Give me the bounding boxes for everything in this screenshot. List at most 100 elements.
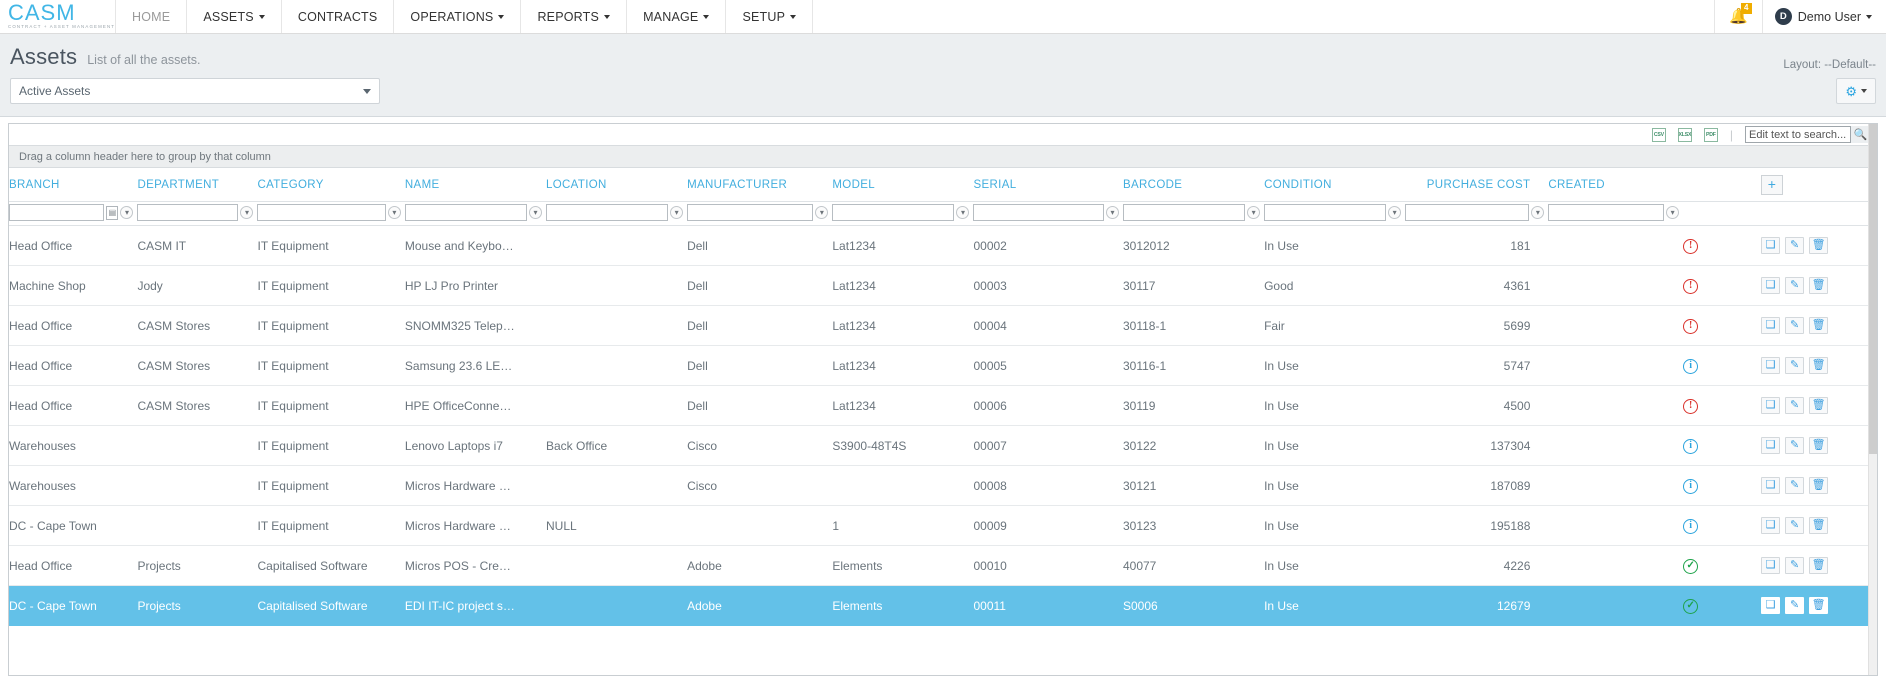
delete-button[interactable]: 🗑 bbox=[1809, 277, 1829, 294]
column-header-manufacturer[interactable]: MANUFACTURER bbox=[687, 168, 833, 202]
filter-operator-icon-model[interactable]: ▾ bbox=[956, 206, 970, 219]
copy-button[interactable]: ❑ bbox=[1761, 437, 1781, 454]
filter-picker-icon-branch[interactable]: ▤ bbox=[106, 205, 119, 220]
filter-input-category[interactable] bbox=[257, 204, 386, 221]
filter-input-condition[interactable] bbox=[1264, 204, 1387, 221]
delete-button[interactable]: 🗑 bbox=[1809, 597, 1829, 614]
filter-operator-icon-department[interactable]: ▾ bbox=[240, 206, 254, 219]
delete-button[interactable]: 🗑 bbox=[1809, 477, 1829, 494]
edit-button[interactable]: ✎ bbox=[1785, 357, 1805, 374]
export-xlsx-icon[interactable]: XLSX bbox=[1677, 127, 1692, 142]
filter-input-barcode[interactable] bbox=[1122, 204, 1246, 221]
table-row[interactable]: Head Office CASM Stores IT Equipment Samsun… bbox=[9, 345, 1877, 386]
status-alert-icon[interactable]: ! bbox=[1683, 318, 1699, 334]
edit-button[interactable]: ✎ bbox=[1785, 397, 1805, 414]
group-by-dropzone[interactable]: Drag a column header here to group by th… bbox=[9, 146, 1877, 168]
status-info-icon[interactable]: i bbox=[1683, 358, 1699, 374]
column-header-model[interactable]: MODEL bbox=[832, 168, 974, 202]
filter-operator-icon-branch[interactable]: ▾ bbox=[120, 206, 134, 219]
copy-button[interactable]: ❑ bbox=[1761, 237, 1781, 254]
nav-item-contracts[interactable]: CONTRACTS bbox=[282, 0, 395, 33]
edit-button[interactable]: ✎ bbox=[1785, 237, 1805, 254]
table-row[interactable]: DC - Cape Town Projects Capitalised Softwa… bbox=[9, 585, 1877, 626]
table-row[interactable]: Head Office CASM IT IT Equipment Mouse and … bbox=[9, 225, 1877, 266]
filter-operator-icon-barcode[interactable]: ▾ bbox=[1247, 206, 1261, 219]
delete-button[interactable]: 🗑 bbox=[1809, 517, 1829, 534]
column-header-branch[interactable]: BRANCH bbox=[9, 168, 138, 202]
export-pdf-icon[interactable]: PDF bbox=[1703, 127, 1718, 142]
filter-input-model[interactable] bbox=[832, 204, 955, 221]
grid-settings-button[interactable]: ⚙ bbox=[1836, 78, 1876, 104]
status-info-icon[interactable]: i bbox=[1683, 518, 1699, 534]
status-alert-icon[interactable]: ! bbox=[1683, 398, 1699, 414]
edit-button[interactable]: ✎ bbox=[1785, 277, 1805, 294]
edit-button[interactable]: ✎ bbox=[1785, 557, 1805, 574]
search-input[interactable] bbox=[1746, 127, 1850, 142]
copy-button[interactable]: ❑ bbox=[1761, 477, 1781, 494]
filter-input-department[interactable] bbox=[137, 204, 239, 221]
copy-button[interactable]: ❑ bbox=[1761, 317, 1781, 334]
delete-button[interactable]: 🗑 bbox=[1809, 357, 1829, 374]
asset-view-select[interactable]: Active Assets bbox=[10, 78, 380, 104]
column-header-department[interactable]: DEPARTMENT bbox=[137, 168, 258, 202]
filter-input-branch[interactable] bbox=[9, 204, 105, 221]
brand-logo[interactable]: CASM CONTRACT + ASSET MANAGEMENT bbox=[0, 0, 116, 33]
filter-operator-icon-name[interactable]: ▾ bbox=[528, 206, 542, 219]
nav-item-setup[interactable]: SETUP bbox=[726, 0, 814, 33]
table-row[interactable]: Head Office Projects Capitalised Software M… bbox=[9, 545, 1877, 586]
column-header-serial[interactable]: SERIAL bbox=[973, 168, 1123, 202]
grid-vertical-scrollbar[interactable] bbox=[1868, 124, 1877, 675]
column-header-name[interactable]: NAME bbox=[404, 168, 546, 202]
user-menu[interactable]: D Demo User bbox=[1761, 0, 1886, 33]
table-row[interactable]: Machine Shop Jody IT Equipment HP LJ Pro Pr… bbox=[9, 265, 1877, 306]
table-row[interactable]: Warehouses IT Equipment Lenovo Laptops i7 B… bbox=[9, 425, 1877, 466]
copy-button[interactable]: ❑ bbox=[1761, 357, 1781, 374]
copy-button[interactable]: ❑ bbox=[1761, 397, 1781, 414]
nav-item-reports[interactable]: REPORTS bbox=[521, 0, 628, 33]
column-header-category[interactable]: CATEGORY bbox=[257, 168, 405, 202]
scrollbar-thumb[interactable] bbox=[1869, 124, 1877, 454]
filter-input-purchase_cost[interactable] bbox=[1405, 204, 1530, 221]
nav-item-home[interactable]: HOME bbox=[116, 0, 188, 33]
export-csv-icon[interactable]: CSV bbox=[1651, 127, 1666, 142]
delete-button[interactable]: 🗑 bbox=[1809, 397, 1829, 414]
filter-input-location[interactable] bbox=[545, 204, 669, 221]
filter-operator-icon-category[interactable]: ▾ bbox=[387, 206, 401, 219]
table-row[interactable]: DC - Cape Town IT Equipment Micros Hardwar… bbox=[9, 505, 1877, 546]
filter-operator-icon-condition[interactable]: ▾ bbox=[1388, 206, 1402, 219]
filter-operator-icon-purchase_cost[interactable]: ▾ bbox=[1531, 206, 1545, 219]
status-ok-icon[interactable]: ✓ bbox=[1683, 598, 1699, 614]
table-row[interactable]: Head Office CASM Stores IT Equipment HPE Of… bbox=[9, 385, 1877, 426]
notifications-button[interactable]: 🔔 4 bbox=[1713, 0, 1762, 33]
add-column-button[interactable]: + bbox=[1761, 175, 1784, 195]
copy-button[interactable]: ❑ bbox=[1761, 557, 1781, 574]
filter-input-manufacturer[interactable] bbox=[687, 204, 814, 221]
table-row[interactable]: Warehouses IT Equipment Micros Hardware … C… bbox=[9, 465, 1877, 506]
nav-item-operations[interactable]: OPERATIONS bbox=[394, 0, 522, 33]
copy-button[interactable]: ❑ bbox=[1761, 597, 1781, 614]
column-header-barcode[interactable]: BARCODE bbox=[1122, 168, 1265, 202]
filter-operator-icon-location[interactable]: ▾ bbox=[670, 206, 684, 219]
delete-button[interactable]: 🗑 bbox=[1809, 437, 1829, 454]
status-info-icon[interactable]: i bbox=[1683, 478, 1699, 494]
table-row[interactable]: Head Office CASM Stores IT Equipment SNOMM3… bbox=[9, 305, 1877, 346]
column-header-created[interactable]: CREATED bbox=[1548, 168, 1684, 202]
status-info-icon[interactable]: i bbox=[1683, 438, 1699, 454]
edit-button[interactable]: ✎ bbox=[1785, 437, 1805, 454]
filter-operator-icon-created[interactable]: ▾ bbox=[1666, 206, 1680, 219]
filter-operator-icon-manufacturer[interactable]: ▾ bbox=[815, 206, 829, 219]
search-button[interactable]: 🔍 bbox=[1850, 126, 1870, 143]
status-ok-icon[interactable]: ✓ bbox=[1683, 558, 1699, 574]
delete-button[interactable]: 🗑 bbox=[1809, 237, 1829, 254]
edit-button[interactable]: ✎ bbox=[1785, 477, 1805, 494]
status-alert-icon[interactable]: ! bbox=[1683, 238, 1699, 254]
edit-button[interactable]: ✎ bbox=[1785, 317, 1805, 334]
edit-button[interactable]: ✎ bbox=[1785, 597, 1805, 614]
filter-input-serial[interactable] bbox=[973, 204, 1104, 221]
status-alert-icon[interactable]: ! bbox=[1683, 278, 1699, 294]
delete-button[interactable]: 🗑 bbox=[1809, 557, 1829, 574]
column-header-condition[interactable]: CONDITION bbox=[1264, 168, 1406, 202]
delete-button[interactable]: 🗑 bbox=[1809, 317, 1829, 334]
column-header-location[interactable]: LOCATION bbox=[545, 168, 688, 202]
edit-button[interactable]: ✎ bbox=[1785, 517, 1805, 534]
